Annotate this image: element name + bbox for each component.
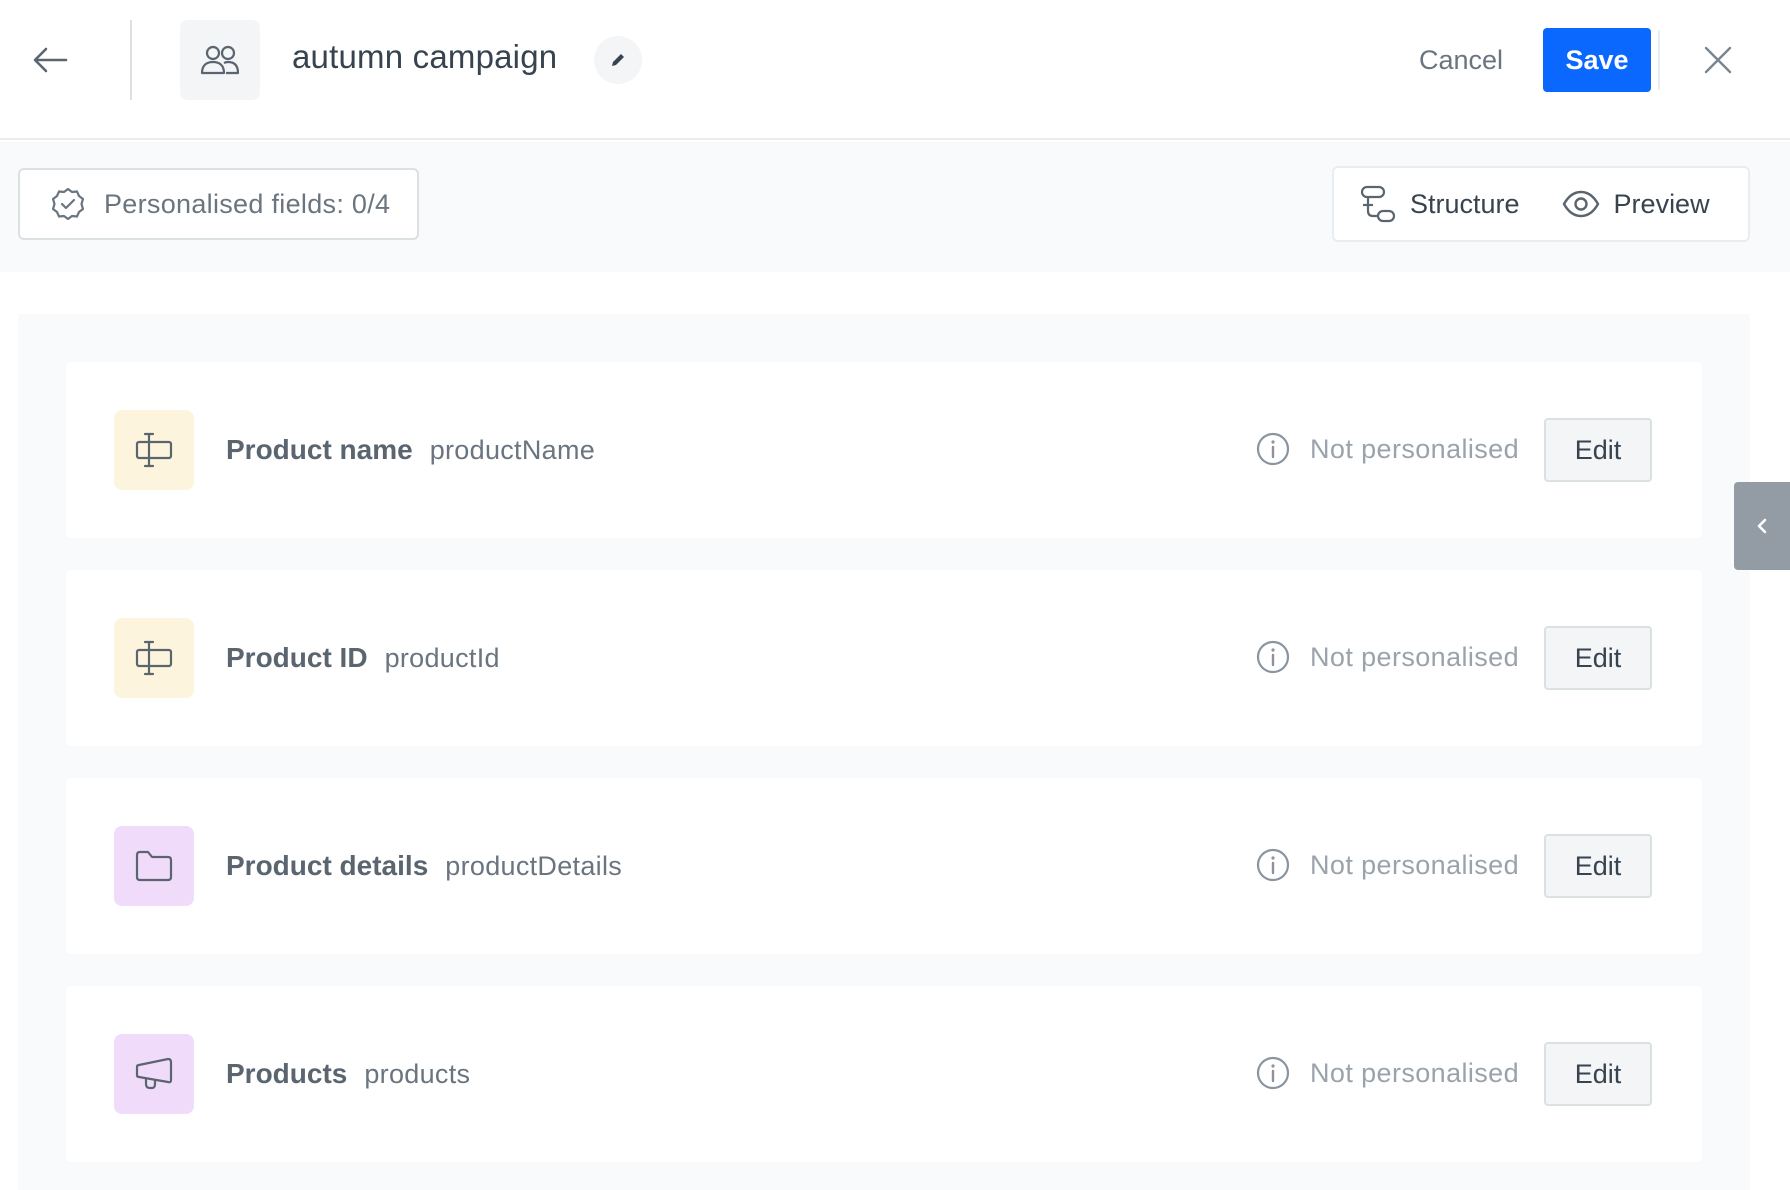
tab-preview[interactable]: Preview <box>1520 168 1710 240</box>
info-icon <box>1256 432 1290 466</box>
info-icon <box>1256 640 1290 674</box>
folder-icon <box>135 850 173 882</box>
field-key: productName <box>429 435 596 465</box>
megaphone-icon <box>135 1057 173 1090</box>
text-field-icon <box>135 432 173 468</box>
header-divider <box>130 20 132 100</box>
page-title: autumn campaign <box>292 38 558 75</box>
fields-panel: Product name productName Not personalise… <box>18 314 1750 1190</box>
field-name: Product name productName <box>226 434 595 466</box>
edit-button[interactable]: Edit <box>1544 1042 1652 1106</box>
save-button[interactable]: Save <box>1543 28 1651 92</box>
pencil-icon <box>612 54 624 66</box>
field-row: Product name productName Not personalise… <box>66 362 1702 538</box>
field-row: Products products Not personalised Edit <box>66 986 1702 1162</box>
field-type-badge <box>114 826 194 906</box>
field-title: Product ID <box>226 642 368 673</box>
toolbar: Personalised fields: 0/4 Structure Previ… <box>0 142 1790 272</box>
field-type-badge <box>114 618 194 698</box>
field-row: Product ID productId Not personalised Ed… <box>66 570 1702 746</box>
personalisation-status: Not personalised <box>1256 640 1519 674</box>
personalisation-status: Not personalised <box>1256 848 1519 882</box>
cancel-button[interactable]: Cancel <box>1396 28 1526 92</box>
side-panel-toggle[interactable] <box>1734 482 1790 570</box>
field-type-badge <box>114 1034 194 1114</box>
field-key: productDetails <box>445 851 623 881</box>
field-name: Product details productDetails <box>226 850 622 882</box>
structure-icon <box>1360 185 1396 223</box>
info-icon <box>1256 1056 1290 1090</box>
status-label: Not personalised <box>1310 849 1520 880</box>
header-divider <box>1658 30 1660 90</box>
back-button[interactable] <box>20 30 80 90</box>
chevron-left-icon <box>1757 518 1767 534</box>
field-row: Product details productDetails Not perso… <box>66 778 1702 954</box>
field-type-badge <box>114 410 194 490</box>
edit-button[interactable]: Edit <box>1544 834 1652 898</box>
field-key: productId <box>384 643 500 673</box>
status-label: Not personalised <box>1310 433 1520 464</box>
badge-check-icon <box>51 187 85 221</box>
info-icon <box>1256 848 1290 882</box>
tab-structure[interactable]: Structure <box>1334 168 1520 240</box>
tab-structure-label: Structure <box>1410 188 1520 219</box>
field-title: Product name <box>226 434 413 465</box>
personalised-fields-indicator: Personalised fields: 0/4 <box>18 168 419 240</box>
eye-icon <box>1562 190 1599 218</box>
close-button[interactable] <box>1690 30 1746 90</box>
header-bar: autumn campaign Cancel Save <box>0 0 1790 140</box>
personalisation-status: Not personalised <box>1256 1056 1519 1090</box>
edit-button[interactable]: Edit <box>1544 418 1652 482</box>
close-icon <box>1704 46 1732 74</box>
users-icon <box>200 45 240 75</box>
field-title: Products <box>226 1058 348 1089</box>
field-name: Product ID productId <box>226 642 500 674</box>
rename-button[interactable] <box>594 36 642 84</box>
status-label: Not personalised <box>1310 641 1520 672</box>
field-title: Product details <box>226 850 429 881</box>
campaign-avatar <box>180 20 260 100</box>
field-name: Products products <box>226 1058 470 1090</box>
personalisation-status: Not personalised <box>1256 432 1519 466</box>
arrow-left-icon <box>33 47 68 73</box>
edit-button[interactable]: Edit <box>1544 626 1652 690</box>
field-key: products <box>364 1059 471 1089</box>
text-field-icon <box>135 640 173 676</box>
view-switch: Structure Preview <box>1332 166 1750 242</box>
personalised-fields-label: Personalised fields: 0/4 <box>104 188 391 219</box>
tab-preview-label: Preview <box>1613 188 1710 219</box>
status-label: Not personalised <box>1310 1057 1520 1088</box>
